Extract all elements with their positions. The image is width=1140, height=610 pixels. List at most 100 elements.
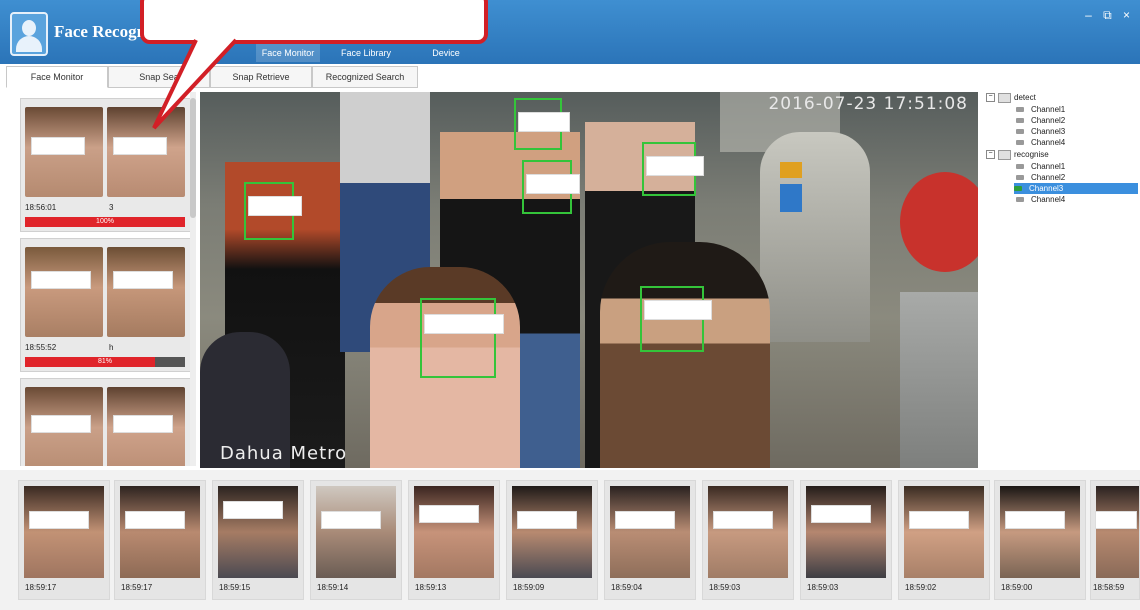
snapshot-scrollbar[interactable] bbox=[190, 92, 196, 466]
face-redaction bbox=[518, 112, 570, 132]
thumbnail-time: 18:58:59 bbox=[1093, 583, 1125, 592]
strip-thumbnail[interactable]: 18:59:15 bbox=[212, 480, 304, 600]
tree-channel[interactable]: Channel3 bbox=[1016, 126, 1065, 137]
thumbnail-face bbox=[316, 486, 396, 578]
snapshot-card[interactable] bbox=[20, 378, 192, 466]
nav-label: Device bbox=[432, 48, 460, 58]
thumbnail-face bbox=[1096, 486, 1139, 578]
tree-channel[interactable]: Channel2 bbox=[1016, 172, 1065, 183]
face-detection-box[interactable] bbox=[420, 298, 504, 378]
strip-thumbnail[interactable]: 18:59:03 bbox=[702, 480, 794, 600]
thumbnail-time: 18:59:17 bbox=[121, 583, 153, 592]
tree-channel[interactable]: Channel2 bbox=[1016, 115, 1065, 126]
folder-icon bbox=[998, 92, 1011, 103]
thumbnail-face bbox=[512, 486, 592, 578]
strip-thumbnail[interactable]: 18:59:13 bbox=[408, 480, 500, 600]
snapshot-strip: 18:59:17 18:59:17 18:59:15 18:59:14 18:5… bbox=[0, 470, 1140, 610]
strip-thumbnail[interactable]: 18:59:14 bbox=[310, 480, 402, 600]
nav-label: Face Monitor bbox=[261, 48, 315, 58]
camera-icon bbox=[1016, 139, 1027, 146]
similarity-label: 81% bbox=[97, 358, 112, 365]
camera-icon bbox=[1016, 106, 1027, 113]
thumbnail-time: 18:59:00 bbox=[1001, 583, 1033, 592]
similarity-bar: 81% bbox=[25, 357, 185, 367]
snapshot-face bbox=[25, 247, 103, 337]
tree-channel-label: Channel3 bbox=[1029, 184, 1064, 193]
face-redaction bbox=[526, 174, 580, 194]
live-video[interactable]: 2016-07-23 17:51:08 Dahua Metro bbox=[200, 92, 978, 468]
tab-snap-retrieve[interactable]: Snap Retrieve bbox=[210, 66, 312, 88]
thumbnail-face bbox=[24, 486, 104, 578]
tree-channel-selected[interactable]: Channel3 bbox=[1014, 183, 1138, 194]
app-logo-icon bbox=[10, 12, 48, 56]
face-detection-box[interactable] bbox=[244, 182, 302, 240]
thumbnail-face bbox=[708, 486, 788, 578]
thumbnail-time: 18:59:03 bbox=[709, 583, 741, 592]
face-detection-box[interactable] bbox=[514, 98, 570, 150]
snapshot-name: h bbox=[109, 343, 114, 352]
exit-number-sign bbox=[780, 184, 802, 212]
camera-icon bbox=[1016, 196, 1027, 203]
thumbnail-time: 18:59:17 bbox=[25, 583, 57, 592]
red-sign bbox=[900, 172, 978, 272]
face-detection-box[interactable] bbox=[522, 160, 580, 214]
face-redaction bbox=[31, 271, 91, 289]
tree-channel[interactable]: Channel4 bbox=[1016, 137, 1065, 148]
tree-channel[interactable]: Channel1 bbox=[1016, 104, 1065, 115]
wc-sign bbox=[780, 162, 802, 178]
strip-thumbnail[interactable]: 18:59:00 bbox=[994, 480, 1086, 600]
strip-thumbnail[interactable]: 18:59:02 bbox=[898, 480, 990, 600]
face-redaction bbox=[113, 415, 173, 433]
face-redaction bbox=[424, 314, 504, 334]
tree-channel-label: Channel1 bbox=[1031, 162, 1066, 171]
collapse-icon[interactable]: − bbox=[986, 93, 995, 103]
tree-channel-label: Channel3 bbox=[1031, 127, 1066, 136]
strip-thumbnail[interactable]: 18:59:03 bbox=[800, 480, 892, 600]
thumbnail-time: 18:59:02 bbox=[905, 583, 937, 592]
tree-channel-label: Channel2 bbox=[1031, 173, 1066, 182]
face-redaction bbox=[811, 505, 871, 523]
thumbnail-time: 18:59:09 bbox=[513, 583, 545, 592]
face-detection-box[interactable] bbox=[640, 286, 712, 352]
face-redaction bbox=[125, 511, 185, 529]
strip-thumbnail[interactable]: 18:58:59 bbox=[1090, 480, 1140, 600]
tab-snap-search[interactable]: Snap Sea bbox=[108, 66, 210, 88]
face-redaction bbox=[909, 511, 969, 529]
library-face bbox=[107, 247, 185, 337]
snapshot-name: 3 bbox=[109, 203, 114, 212]
face-detection-box[interactable] bbox=[642, 142, 704, 196]
snapshot-card[interactable]: 18:56:01 3 100% bbox=[20, 98, 192, 232]
scroll-thumb[interactable] bbox=[190, 98, 196, 218]
window-controls[interactable]: – ⧉ × bbox=[1085, 8, 1134, 23]
strip-thumbnail[interactable]: 18:59:04 bbox=[604, 480, 696, 600]
tree-channel[interactable]: Channel1 bbox=[1016, 161, 1065, 172]
camera-icon bbox=[1016, 128, 1027, 135]
thumbnail-time: 18:59:13 bbox=[415, 583, 447, 592]
face-redaction bbox=[615, 511, 675, 529]
collapse-icon[interactable]: − bbox=[986, 150, 995, 160]
face-redaction bbox=[248, 196, 302, 216]
face-redaction bbox=[113, 271, 173, 289]
thumbnail-face bbox=[610, 486, 690, 578]
turnstile bbox=[900, 292, 978, 468]
tree-group-recognise[interactable]: − recognise bbox=[986, 149, 1049, 160]
thumbnail-face bbox=[806, 486, 886, 578]
tree-channel-label: Channel4 bbox=[1031, 195, 1066, 204]
device-tree: − detect Channel1 Channel2 Channel3 Chann… bbox=[984, 92, 1140, 468]
strip-thumbnail[interactable]: 18:59:09 bbox=[506, 480, 598, 600]
video-timestamp: 2016-07-23 17:51:08 bbox=[768, 94, 968, 114]
snapshot-list: 18:56:01 3 100% 18:55:52 h 81% bbox=[14, 92, 198, 466]
tree-group-detect[interactable]: − detect bbox=[986, 92, 1036, 103]
tab-face-monitor[interactable]: Face Monitor bbox=[6, 66, 108, 88]
snapshot-card[interactable]: 18:55:52 h 81% bbox=[20, 238, 192, 372]
similarity-label: 100% bbox=[96, 218, 114, 225]
face-redaction bbox=[1095, 511, 1137, 529]
tree-channel-label: Channel4 bbox=[1031, 138, 1066, 147]
strip-thumbnail[interactable]: 18:59:17 bbox=[114, 480, 206, 600]
strip-thumbnail[interactable]: 18:59:17 bbox=[18, 480, 110, 600]
face-redaction bbox=[113, 137, 167, 155]
tree-channel[interactable]: Channel4 bbox=[1016, 194, 1065, 205]
nav-label: Face Library bbox=[340, 48, 392, 58]
tab-recognized-search[interactable]: Recognized Search bbox=[312, 66, 418, 88]
face-redaction bbox=[31, 415, 91, 433]
